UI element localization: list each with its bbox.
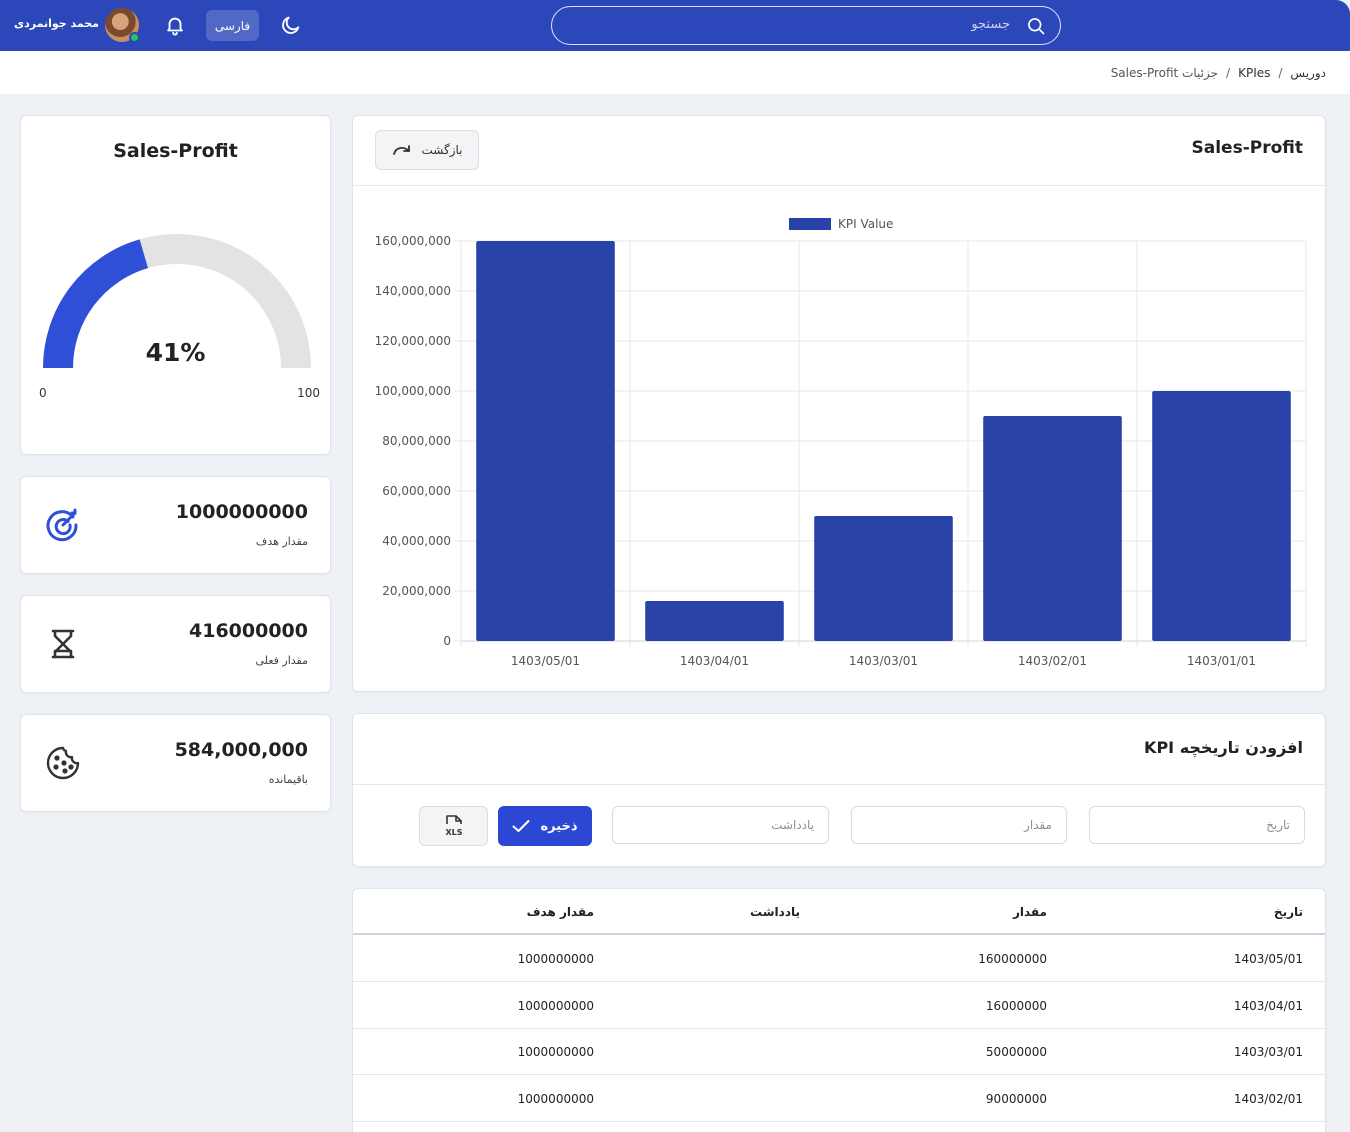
cell-date: 1403/05/01 bbox=[1233, 952, 1303, 966]
target-icon bbox=[46, 508, 78, 542]
col-header-target[interactable]: مقدار هدف bbox=[527, 905, 594, 919]
cell-date: 1403/04/01 bbox=[1233, 998, 1303, 1013]
search-placeholder: جستجو bbox=[971, 17, 1010, 32]
history-table: تاریخ مقدار یادداشت مقدار هدف 1403/05/01… bbox=[352, 888, 1326, 1132]
amount-input[interactable] bbox=[851, 806, 1067, 844]
cookie-icon bbox=[46, 746, 80, 780]
cell-amount: 50000000 bbox=[985, 1045, 1047, 1059]
xls-file-icon: XLS bbox=[445, 815, 462, 837]
y-tick-label: 60,000,000 bbox=[382, 484, 451, 498]
form-card-divider bbox=[353, 784, 1325, 785]
dark-mode-moon-icon[interactable] bbox=[280, 14, 302, 36]
breadcrumb-separator: / bbox=[1278, 66, 1283, 80]
bar bbox=[476, 241, 615, 641]
breadcrumb-home[interactable]: دوریس bbox=[1290, 66, 1326, 80]
col-header-note[interactable]: یادداشت bbox=[750, 905, 800, 919]
cell-amount: 160000000 bbox=[978, 952, 1047, 966]
x-tick-label: 1403/03/01 bbox=[849, 654, 918, 668]
date-input[interactable] bbox=[1089, 806, 1305, 844]
cell-amount: 16000000 bbox=[985, 998, 1047, 1013]
table-row[interactable]: 1403/03/01 50000000 1000000000 bbox=[353, 1029, 1325, 1075]
y-tick-label: 40,000,000 bbox=[382, 534, 451, 548]
gauge-percent: 41% bbox=[145, 338, 206, 367]
bar bbox=[1152, 391, 1291, 641]
col-header-amount[interactable]: مقدار bbox=[1013, 905, 1047, 919]
language-switch-button[interactable]: فارسی bbox=[206, 10, 259, 41]
target-value: 1000000000 bbox=[175, 501, 308, 523]
cell-target: 1000000000 bbox=[517, 998, 594, 1013]
user-avatar[interactable] bbox=[105, 8, 140, 43]
x-tick-label: 1403/01/01 bbox=[1187, 654, 1256, 668]
remaining-label: باقیمانده bbox=[268, 773, 308, 786]
add-history-title: افزودن تاریخچه KPI bbox=[1144, 738, 1303, 757]
x-tick-label: 1403/04/01 bbox=[680, 654, 749, 668]
stat-card-target: 1000000000 مقدار هدف bbox=[20, 476, 331, 574]
cell-amount: 90000000 bbox=[985, 1091, 1047, 1106]
y-tick-label: 120,000,000 bbox=[375, 334, 451, 348]
top-navbar: جستجو فارسی محمد جوانمردی bbox=[0, 0, 1350, 51]
notification-bell-icon[interactable] bbox=[164, 14, 186, 36]
table-header: تاریخ مقدار یادداشت مقدار هدف bbox=[353, 889, 1325, 935]
y-tick-label: 140,000,000 bbox=[375, 284, 451, 298]
save-label: ذخیره bbox=[540, 818, 578, 834]
breadcrumb-separator: / bbox=[1226, 66, 1231, 80]
search-box[interactable]: جستجو bbox=[551, 6, 1061, 45]
xls-text: XLS bbox=[445, 828, 462, 837]
stat-card-current: 416000000 مقدار فعلی bbox=[20, 595, 331, 693]
legend-label: KPI Value bbox=[838, 217, 893, 231]
y-tick-label: 100,000,000 bbox=[375, 384, 451, 398]
breadcrumb-kpis[interactable]: KPIes bbox=[1238, 66, 1270, 80]
gauge-min-label: 0 bbox=[39, 386, 47, 400]
table-row[interactable]: 1403/05/01 160000000 1000000000 bbox=[353, 936, 1325, 982]
table-row[interactable]: 1403/02/01 90000000 1000000000 bbox=[353, 1076, 1325, 1122]
chart-card: Sales-Profit بازگشت 0 20,000,000 40,000,00… bbox=[352, 115, 1326, 692]
bar bbox=[983, 416, 1122, 641]
search-icon[interactable] bbox=[1026, 16, 1046, 36]
cell-target: 1000000000 bbox=[517, 952, 594, 966]
y-tick-label: 160,000,000 bbox=[375, 234, 451, 248]
user-name[interactable]: محمد جوانمردی bbox=[14, 17, 99, 30]
online-status-dot bbox=[129, 32, 140, 43]
remaining-value: 584,000,000 bbox=[174, 739, 308, 761]
note-input[interactable] bbox=[612, 806, 829, 844]
bar bbox=[814, 516, 953, 641]
current-label: مقدار فعلی bbox=[255, 654, 308, 667]
breadcrumb-bar: دوریس / KPIes / جزئیات Sales-Profit bbox=[0, 51, 1350, 94]
table-row[interactable]: 1403/04/01 16000000 1000000000 bbox=[353, 983, 1325, 1029]
target-label: مقدار هدف bbox=[255, 535, 308, 548]
legend-swatch bbox=[789, 218, 831, 230]
add-history-card: افزودن تاریخچه KPI ذخیره XLS bbox=[352, 713, 1326, 867]
y-tick-label: 20,000,000 bbox=[382, 584, 451, 598]
hourglass-icon bbox=[51, 629, 75, 659]
y-tick-label: 0 bbox=[443, 634, 451, 648]
cell-target: 1000000000 bbox=[517, 1045, 594, 1059]
gauge-title: Sales-Profit bbox=[113, 140, 238, 162]
breadcrumb-current: جزئیات Sales-Profit bbox=[1110, 66, 1219, 80]
col-header-date[interactable]: تاریخ bbox=[1274, 905, 1303, 919]
stat-card-remaining: 584,000,000 باقیمانده bbox=[20, 714, 331, 812]
bar bbox=[645, 601, 784, 641]
y-tick-label: 80,000,000 bbox=[382, 434, 451, 448]
cell-target: 1000000000 bbox=[517, 1091, 594, 1106]
cell-date: 1403/03/01 bbox=[1233, 1045, 1303, 1059]
save-button[interactable]: ذخیره bbox=[498, 806, 592, 846]
check-icon bbox=[512, 820, 530, 832]
kpi-bar-chart: 0 20,000,000 40,000,000 60,000,000 80,000,00… bbox=[375, 217, 1307, 668]
gauge-max-label: 100 bbox=[297, 386, 320, 400]
export-xls-button[interactable]: XLS bbox=[419, 806, 488, 846]
gauge-card: Sales-Profit 41% 0 100 bbox=[20, 115, 331, 455]
x-tick-label: 1403/05/01 bbox=[511, 654, 580, 668]
x-tick-label: 1403/02/01 bbox=[1018, 654, 1087, 668]
breadcrumb: دوریس / KPIes / جزئیات Sales-Profit bbox=[1111, 66, 1326, 80]
current-value: 416000000 bbox=[189, 620, 308, 642]
cell-date: 1403/02/01 bbox=[1233, 1091, 1303, 1106]
